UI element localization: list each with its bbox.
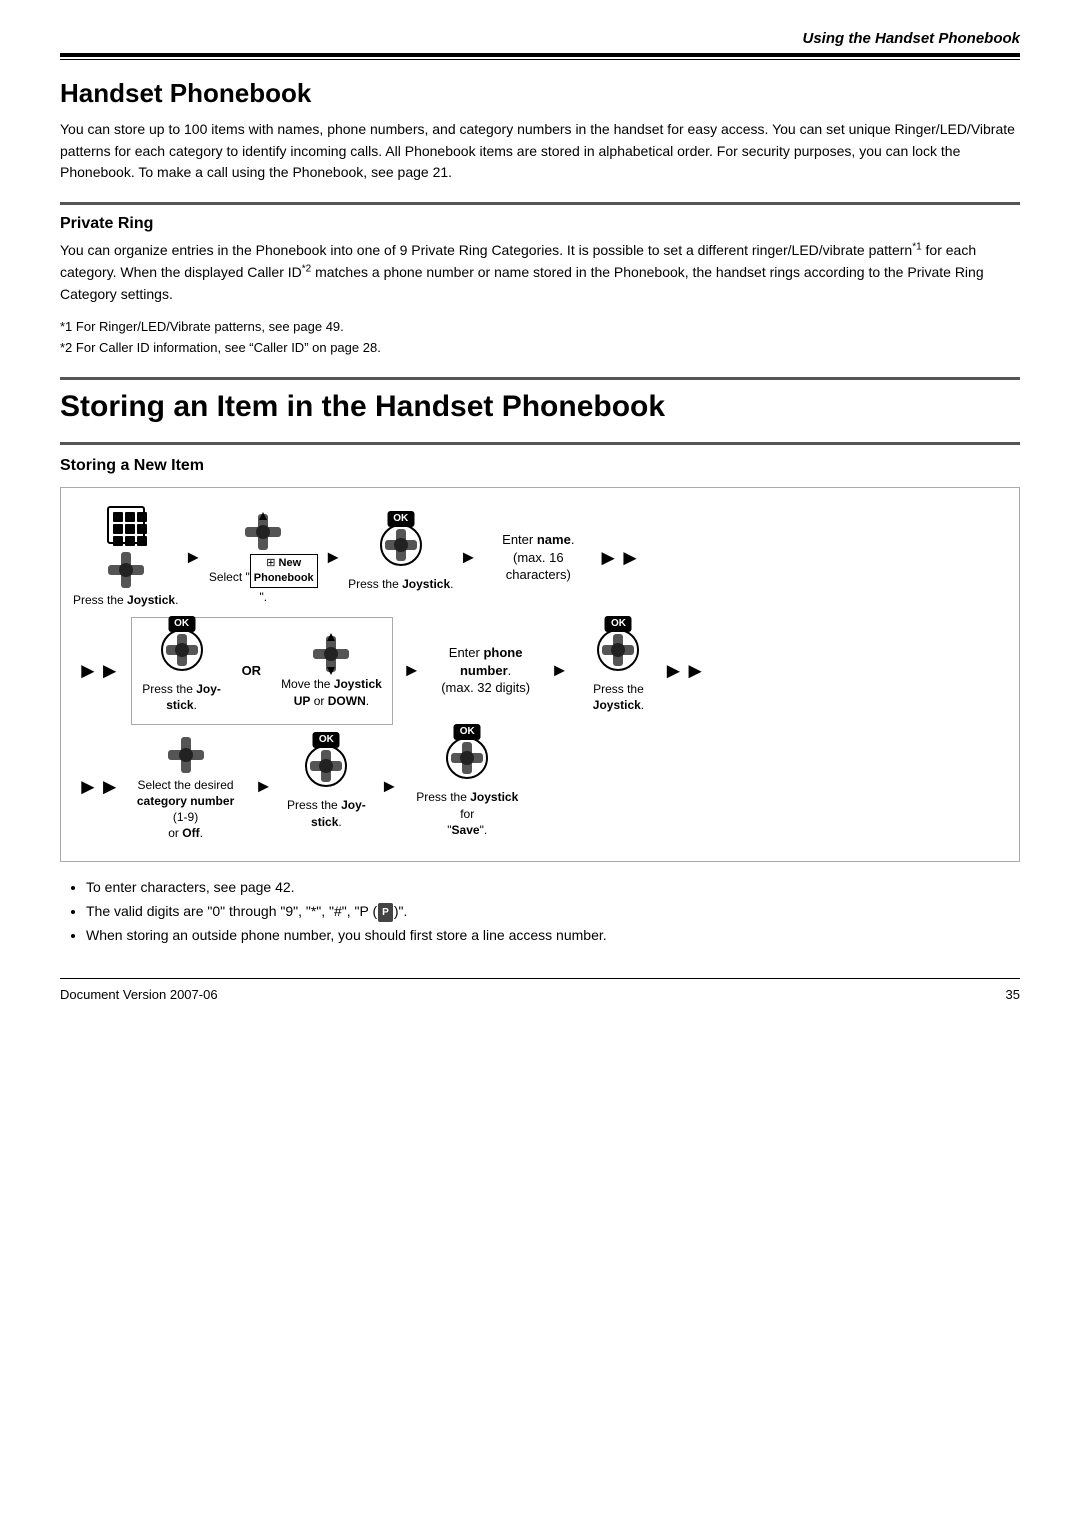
doc-version: Document Version 2007-06 (60, 987, 218, 1002)
divider3 (60, 442, 1020, 445)
bullet-item-1: To enter characters, see page 42. (86, 876, 1020, 900)
diagram-row2: ►► OK Press the Joy-stick. (73, 617, 1007, 725)
arrow5: ► (551, 660, 569, 681)
section1-body: You can store up to 100 items with names… (60, 119, 1020, 184)
row3-step1-cell: Select the desired category number (1-9)… (131, 733, 241, 842)
row3-step3-label: Press the Joystick for"Save". (412, 789, 522, 838)
footnote1: *1 For Ringer/LED/Vibrate patterns, see … (60, 319, 1020, 334)
top-rule-thick (60, 53, 1020, 57)
joystick-up-icon (241, 510, 285, 554)
step1-label: Press the Joystick. (73, 592, 178, 608)
page-number: 35 (1006, 987, 1020, 1002)
footer-line (60, 978, 1020, 979)
sub-step-b: Move the JoystickUP or DOWN. (281, 632, 382, 708)
row2-final-label: Press theJoystick. (593, 681, 644, 713)
ok-joystick-icon3 (596, 628, 640, 672)
ok-joystick-icon2 (160, 628, 204, 672)
divider1 (60, 202, 1020, 205)
ok-badge3: OK (605, 616, 632, 632)
footnote2: *2 For Caller ID information, see “Calle… (60, 340, 1020, 355)
sup1: *1 (912, 241, 921, 252)
row3-step3-cell: OK Press the Joystick for"Save". (412, 736, 522, 838)
arrow-double1: ►► (597, 545, 641, 571)
page: Using the Handset Phonebook Handset Phon… (0, 0, 1080, 1529)
diagram-box: Press the Joystick. ► Select "⊞ NewPhone… (60, 487, 1020, 862)
joystick-icon1 (104, 548, 148, 592)
row3-step2-cell: OK Press the Joy-stick. (286, 744, 366, 830)
ok-joystick-icon5 (445, 736, 489, 780)
ok-badge5: OK (454, 724, 481, 740)
p-badge-inline: P (378, 903, 393, 922)
sub-step-a: OK Press the Joy-stick. (142, 628, 222, 714)
step2-label: Select "⊞ NewPhonebook". (208, 554, 318, 605)
arrow-double3: ►► (662, 658, 706, 684)
arrow4: ► (403, 660, 421, 681)
or-group: OK Press the Joy-stick. OR (131, 617, 393, 725)
chapter-title: Using the Handset Phonebook (60, 30, 1020, 47)
ok-joystick-icon4 (304, 744, 348, 788)
top-rule-thin (60, 59, 1020, 60)
ok-badge1: OK (387, 511, 414, 527)
sup2: *2 (302, 263, 311, 274)
bullet-item-3: When storing an outside phone number, yo… (86, 924, 1020, 948)
diagram-row3: ►► Select the desired category number (1… (73, 733, 1007, 842)
joystick-icon-row3 (164, 733, 208, 777)
storing-new-item-title: Storing a New Item (60, 457, 1020, 475)
row2-final-cell: OK Press theJoystick. (578, 628, 658, 714)
step2-cell: Select "⊞ NewPhonebook". (208, 510, 318, 605)
divider2 (60, 377, 1020, 380)
private-ring-text1: You can organize entries in the Phoneboo… (60, 242, 984, 302)
arrow2: ► (324, 547, 342, 568)
sub-step-a-label: Press the Joy-stick. (142, 681, 221, 713)
ok-badge4: OK (313, 732, 340, 748)
ok-joystick-icon1 (379, 523, 423, 567)
row3-step2-label: Press the Joy-stick. (287, 797, 366, 829)
diagram-row1: Press the Joystick. ► Select "⊞ NewPhone… (73, 506, 1007, 608)
or-text: OR (242, 663, 262, 678)
section2-title: Storing an Item in the Handset Phonebook (60, 390, 1020, 424)
handset-grid-icon (107, 506, 145, 544)
footer-row: Document Version 2007-06 35 (60, 987, 1020, 1002)
enter-phone-cell: Enter phone number.(max. 32 digits) (431, 644, 541, 697)
bullet-list: To enter characters, see page 42. The va… (86, 876, 1020, 947)
section1-title: Handset Phonebook (60, 78, 1020, 109)
step4-cell: Enter name.(max. 16 characters) (483, 531, 593, 584)
step3-label: Press the Joystick. (348, 576, 453, 592)
step3-cell: OK Press the Joystick. (348, 523, 453, 593)
private-ring-body: You can organize entries in the Phoneboo… (60, 239, 1020, 305)
arrow6: ► (255, 776, 273, 797)
private-ring-title: Private Ring (60, 215, 1020, 233)
bullet-item-2: The valid digits are "0" through "9", "*… (86, 900, 1020, 924)
step1-cell: Press the Joystick. (73, 506, 178, 608)
arrow-double4: ►► (77, 774, 121, 800)
arrow3: ► (459, 547, 477, 568)
sub-step-b-label: Move the JoystickUP or DOWN. (281, 676, 382, 708)
arrow1: ► (184, 547, 202, 568)
joystick-updown-icon (309, 632, 353, 676)
step4-label: Enter name.(max. 16 characters) (483, 531, 593, 584)
arrow7: ► (380, 776, 398, 797)
row3-step1-label: Select the desired category number (1-9)… (131, 777, 241, 842)
arrow-double2: ►► (77, 658, 121, 684)
ok-badge2: OK (168, 616, 195, 632)
enter-phone-label: Enter phone number.(max. 32 digits) (431, 644, 541, 697)
